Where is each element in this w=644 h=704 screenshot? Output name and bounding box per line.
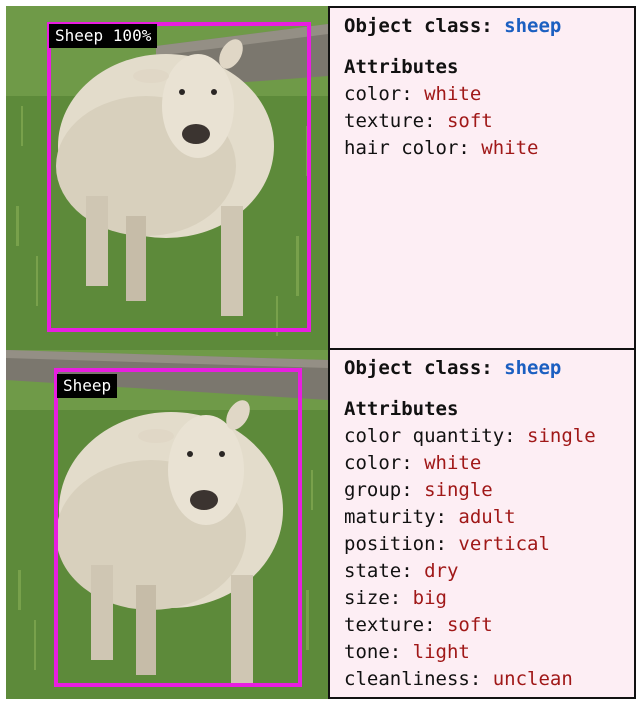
attribute-key: state: (344, 560, 413, 582)
attribute-key: color: (344, 83, 413, 105)
attributes-title: Attributes (344, 56, 459, 78)
attribute-value: big (412, 587, 447, 609)
attribute-key: color: (344, 452, 413, 474)
object-class-label: Object class: (344, 15, 493, 37)
attribute-item: position: vertical (344, 531, 634, 558)
attribute-item: size: big (344, 585, 634, 612)
object-class-value: sheep (504, 357, 562, 379)
result-row-1: Sheep 100% Object class: sheep Attribute… (6, 6, 638, 350)
attribute-value: dry (424, 560, 459, 582)
attribute-item: group: single (344, 477, 634, 504)
attribute-item: color: white (344, 81, 634, 108)
attribute-item: cleanliness: unclean (344, 666, 634, 693)
result-row-2: Sheep Object class: sheep Attributes col… (6, 348, 638, 699)
attribute-value: single (527, 425, 596, 447)
attributes-title: Attributes (344, 398, 459, 420)
sheep-photo-2: Sheep (6, 350, 328, 699)
attribute-item: maturity: adult (344, 504, 634, 531)
attribute-value: light (412, 641, 470, 663)
attribute-key: position: (344, 533, 447, 555)
attribute-key: group: (344, 479, 413, 501)
attribute-key: tone: (344, 641, 402, 663)
attribute-key: maturity: (344, 506, 447, 528)
attribute-key: color quantity: (344, 425, 516, 447)
attribute-value: white (424, 83, 482, 105)
object-class-line: Object class: sheep (344, 13, 634, 40)
attribute-key: cleanliness: (344, 668, 482, 690)
object-class-line: Object class: sheep (344, 355, 634, 382)
attribute-value: soft (446, 614, 493, 636)
attribute-item: state: dry (344, 558, 634, 585)
detection-label: Sheep 100% (49, 24, 158, 48)
attribute-value: white (424, 452, 482, 474)
attribute-item: hair color: white (344, 135, 634, 162)
attribute-value: white (481, 137, 539, 159)
attribute-panel: Object class: sheep Attributes color qua… (328, 348, 636, 699)
attribute-item: texture: soft (344, 612, 634, 639)
attribute-key: texture: (344, 110, 436, 132)
attribute-item: color quantity: single (344, 423, 634, 450)
attribute-key: texture: (344, 614, 436, 636)
detection-label: Sheep (57, 374, 118, 398)
attribute-item: tone: light (344, 639, 634, 666)
attribute-key: hair color: (344, 137, 470, 159)
sheep-photo-1: Sheep 100% (6, 6, 328, 350)
attribute-item: texture: soft (344, 108, 634, 135)
attribute-value: vertical (458, 533, 550, 555)
attribute-value: adult (458, 506, 516, 528)
attribute-key: size: (344, 587, 402, 609)
attribute-list: color: white texture: soft hair color: whi… (344, 81, 634, 162)
attribute-panel: Object class: sheep Attributes color: wh… (328, 6, 636, 350)
object-class-value: sheep (504, 15, 562, 37)
attribute-value: unclean (492, 668, 573, 690)
object-class-label: Object class: (344, 357, 493, 379)
attribute-value: soft (446, 110, 493, 132)
attribute-list: color quantity: single color: white group:… (344, 423, 634, 693)
attribute-item: color: white (344, 450, 634, 477)
attribute-value: single (424, 479, 493, 501)
